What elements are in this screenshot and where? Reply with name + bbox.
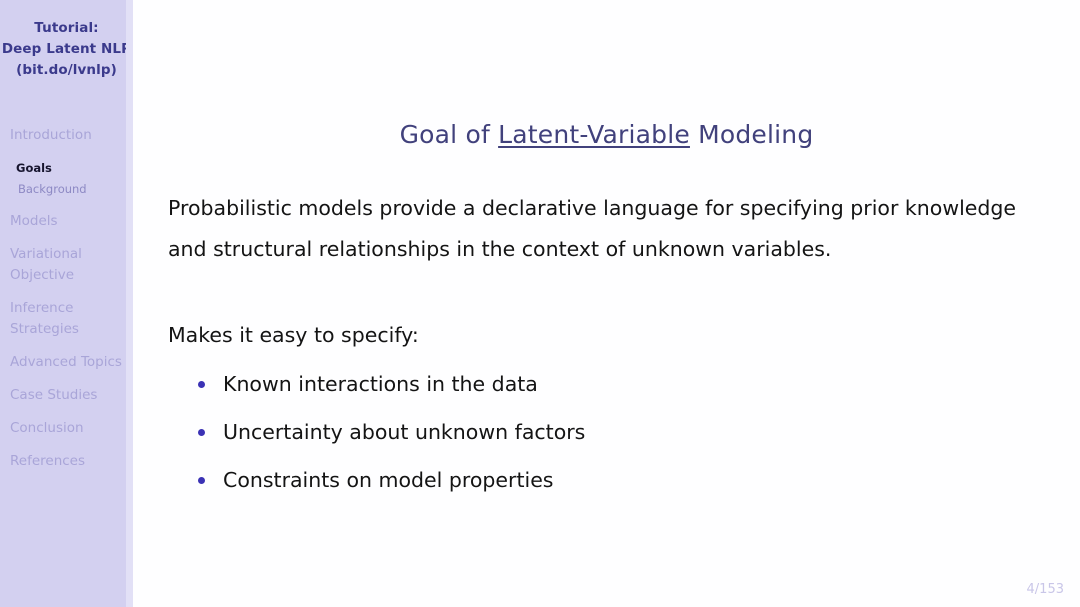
body-paragraph: Probabilistic models provide a declarati… bbox=[168, 196, 1017, 261]
bullet-list-lead-in: Makes it easy to specify: bbox=[168, 323, 419, 347]
bullet-dot-icon bbox=[198, 477, 205, 484]
sidebar-item-label-line2: Objective bbox=[10, 267, 75, 283]
sidebar-item-label: Background bbox=[18, 182, 87, 196]
list-item-label: Uncertainty about unknown factors bbox=[223, 420, 586, 444]
sidebar-item-label: Models bbox=[10, 213, 58, 229]
slide-title-prefix: Goal of bbox=[399, 120, 499, 149]
sidebar-item-label: Variational bbox=[10, 246, 82, 262]
sidebar-nav: Introduction Goals Background Models Var… bbox=[0, 125, 133, 472]
list-item: Constraints on model properties bbox=[168, 467, 1058, 493]
slide-body: Probabilistic models provide a declarati… bbox=[168, 188, 1058, 515]
bullet-list: Known interactions in the data Uncertain… bbox=[168, 371, 1058, 493]
sidebar-item-label: References bbox=[10, 453, 86, 469]
sidebar-title: Tutorial: Deep Latent NLP (bit.do/lvnlp) bbox=[0, 0, 133, 81]
bullet-dot-icon bbox=[198, 381, 205, 388]
sidebar-item-references[interactable]: References bbox=[0, 451, 133, 472]
sidebar-item-advanced-topics[interactable]: Advanced Topics bbox=[0, 352, 133, 373]
list-item-label: Constraints on model properties bbox=[223, 468, 554, 492]
list-item: Uncertainty about unknown factors bbox=[168, 419, 1058, 445]
sidebar-item-label: Inference bbox=[10, 300, 74, 316]
sidebar-item-label: Conclusion bbox=[10, 420, 84, 436]
sidebar-edge-strip bbox=[126, 0, 133, 607]
sidebar-item-label: Advanced Topics bbox=[10, 354, 122, 370]
sidebar-item-inference-strategies[interactable]: Inference Strategies bbox=[0, 298, 133, 340]
sidebar-title-line-2: Deep Latent NLP bbox=[1, 41, 132, 57]
sidebar-title-line-3: (bit.do/lvnlp) bbox=[16, 62, 117, 78]
sidebar-item-variational-objective[interactable]: Variational Objective bbox=[0, 244, 133, 286]
sidebar-item-models[interactable]: Models bbox=[0, 211, 133, 232]
sidebar-item-case-studies[interactable]: Case Studies bbox=[0, 385, 133, 406]
presentation-slide: Tutorial: Deep Latent NLP (bit.do/lvnlp)… bbox=[0, 0, 1080, 607]
sidebar-item-goals[interactable]: Goals bbox=[0, 158, 133, 179]
sidebar-item-label: Case Studies bbox=[10, 387, 98, 403]
slide-title-suffix: Modeling bbox=[689, 120, 814, 149]
bullet-dot-icon bbox=[198, 429, 205, 436]
list-item: Known interactions in the data bbox=[168, 371, 1058, 397]
sidebar-item-label: Introduction bbox=[10, 127, 92, 143]
navigation-sidebar: Tutorial: Deep Latent NLP (bit.do/lvnlp)… bbox=[0, 0, 133, 607]
list-item-label: Known interactions in the data bbox=[223, 372, 538, 396]
slide-title: Goal of Latent-Variable Modeling bbox=[133, 120, 1080, 149]
sidebar-item-introduction[interactable]: Introduction bbox=[0, 125, 133, 146]
sidebar-item-label-line2: Strategies bbox=[10, 321, 79, 337]
sidebar-item-conclusion[interactable]: Conclusion bbox=[0, 418, 133, 439]
sidebar-title-line-1: Tutorial: bbox=[34, 20, 99, 36]
slide-title-emphasis: Latent-Variable bbox=[498, 120, 690, 149]
page-number: 4/153 bbox=[1026, 582, 1064, 597]
sidebar-item-background[interactable]: Background bbox=[0, 179, 133, 200]
slide-content: Goal of Latent-Variable Modeling Probabi… bbox=[133, 0, 1080, 607]
sidebar-item-label: Goals bbox=[16, 161, 52, 175]
